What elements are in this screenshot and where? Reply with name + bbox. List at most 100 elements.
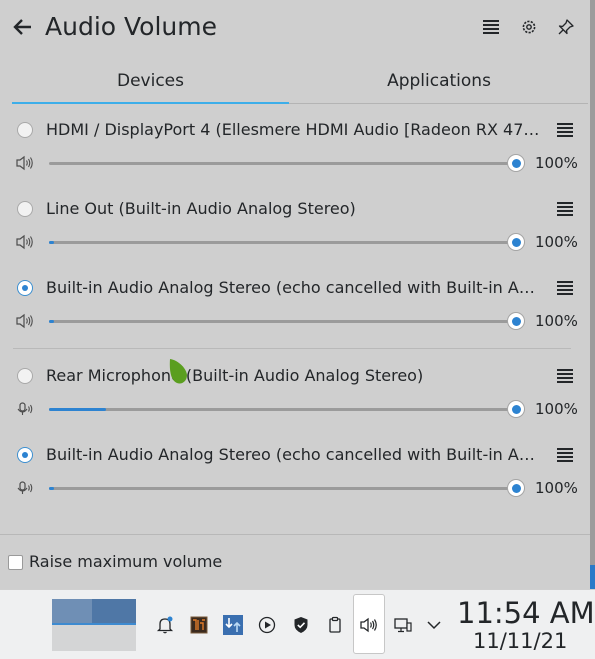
device-name: Rear Microphone (Built-in Audio Analog S… <box>46 366 424 385</box>
device-default-radio[interactable] <box>17 280 33 296</box>
slider-track <box>49 240 525 244</box>
slider-track <box>49 486 525 490</box>
clock-time[interactable]: 11:54 AM <box>457 597 595 629</box>
tab-devices[interactable]: Devices <box>12 62 289 104</box>
volume-slider[interactable] <box>49 312 525 330</box>
microphone-mute-toggle[interactable] <box>15 400 35 418</box>
volume-percent: 100% <box>535 312 578 330</box>
media-play-icon <box>258 616 276 634</box>
section-separator <box>13 348 571 349</box>
slider-handle[interactable] <box>507 312 525 330</box>
taskbar: 11:54 AM 11/11/21 <box>0 589 595 659</box>
peak-level-bar <box>49 240 54 244</box>
raise-max-volume-label: Raise maximum volume <box>29 552 223 571</box>
volume-percent: 100% <box>535 400 578 418</box>
media-player-button[interactable] <box>256 614 278 636</box>
notifications-icon <box>156 616 174 634</box>
microphone-mute-toggle[interactable] <box>15 479 35 497</box>
hamburger-menu-icon <box>557 123 573 137</box>
slider-handle[interactable] <box>507 400 525 418</box>
settings-button[interactable] <box>516 14 542 40</box>
device-default-radio[interactable] <box>17 122 33 138</box>
slider-handle[interactable] <box>507 154 525 172</box>
slider-track <box>49 161 525 165</box>
volume-slider[interactable] <box>49 154 525 172</box>
speaker-icon <box>16 234 33 250</box>
peak-level-bar <box>49 319 54 323</box>
tab-applications[interactable]: Applications <box>299 62 579 102</box>
desktop-edge-accent <box>590 565 595 589</box>
device-menu-button[interactable] <box>553 199 577 219</box>
system-monitor-button[interactable] <box>188 614 210 636</box>
page-title: Audio Volume <box>45 12 217 41</box>
display-config-button[interactable] <box>392 614 414 636</box>
security-shield-icon <box>294 617 308 633</box>
popup-header: Audio Volume <box>0 0 590 56</box>
clock-date[interactable]: 11/11/21 <box>473 629 567 653</box>
slider-handle[interactable] <box>507 479 525 497</box>
device-default-radio[interactable] <box>17 447 33 463</box>
pin-icon <box>558 19 574 35</box>
device-menu-button[interactable] <box>553 445 577 465</box>
microphone-icon <box>17 402 33 415</box>
network-transfer-icon <box>223 615 243 635</box>
raise-max-volume-checkbox[interactable] <box>8 555 23 570</box>
volume-percent: 100% <box>535 154 578 172</box>
volume-percent: 100% <box>535 479 578 497</box>
device-menu-button[interactable] <box>553 120 577 140</box>
device-list: HDMI / DisplayPort 4 (Ellesmere HDMI Aud… <box>0 104 590 534</box>
device-row: Line Out (Built-in Audio Analog Stereo) … <box>0 189 590 268</box>
slider-handle[interactable] <box>507 233 525 251</box>
peak-level-bar <box>49 486 54 490</box>
device-name: Built-in Audio Analog Stereo (echo cance… <box>46 278 541 297</box>
hamburger-menu-icon <box>483 20 499 34</box>
back-button[interactable] <box>10 12 36 42</box>
pager-desktop-2[interactable] <box>92 599 136 623</box>
device-name: HDMI / DisplayPort 4 (Ellesmere HDMI Aud… <box>46 120 541 139</box>
speaker-icon <box>16 313 33 329</box>
tray-expander-button[interactable] <box>423 614 445 636</box>
device-name: Line Out (Built-in Audio Analog Stereo) <box>46 199 356 218</box>
device-menu-button[interactable] <box>553 278 577 298</box>
hamburger-menu-icon <box>557 369 573 383</box>
hamburger-menu-icon <box>557 448 573 462</box>
speaker-icon <box>16 155 33 171</box>
volume-slider[interactable] <box>49 233 525 251</box>
slider-track <box>49 319 525 323</box>
pin-button[interactable] <box>553 14 579 40</box>
clipboard-icon <box>329 616 341 633</box>
notifications-button[interactable] <box>154 614 176 636</box>
display-icon <box>394 618 412 633</box>
tab-bar: Devices Applications <box>12 62 588 104</box>
speaker-mute-toggle[interactable] <box>15 312 35 330</box>
peak-level-bar <box>49 407 107 411</box>
desktop-edge <box>590 0 595 589</box>
network-transfer-button[interactable] <box>222 614 244 636</box>
device-menu-button[interactable] <box>553 366 577 386</box>
device-row: Built-in Audio Analog Stereo (echo cance… <box>0 435 590 514</box>
device-row: Built-in Audio Analog Stereo (echo cance… <box>0 268 590 347</box>
clipboard-button[interactable] <box>324 614 346 636</box>
device-default-radio[interactable] <box>17 201 33 217</box>
audio-volume-popup: Audio Volume Devices Applications HDMI /… <box>0 0 590 589</box>
arrow-left-icon <box>13 19 31 35</box>
system-monitor-icon <box>190 616 208 634</box>
device-default-radio[interactable] <box>17 368 33 384</box>
virtual-desktop-pager[interactable] <box>52 599 136 651</box>
popup-footer: Raise maximum volume <box>0 534 590 589</box>
device-row: HDMI / DisplayPort 4 (Ellesmere HDMI Aud… <box>0 110 590 189</box>
microphone-icon <box>17 481 33 494</box>
pointer-cursor <box>169 359 187 384</box>
audio-volume-tray-button[interactable] <box>358 614 380 636</box>
volume-slider[interactable] <box>49 479 525 497</box>
speaker-icon <box>360 617 377 633</box>
gear-icon <box>522 20 536 34</box>
hamburger-menu-button[interactable] <box>478 14 504 40</box>
hamburger-menu-icon <box>557 281 573 295</box>
speaker-mute-toggle[interactable] <box>15 154 35 172</box>
security-button[interactable] <box>290 614 312 636</box>
pager-desktop-1[interactable] <box>52 599 136 625</box>
slider-track <box>49 407 525 411</box>
speaker-mute-toggle[interactable] <box>15 233 35 251</box>
volume-slider[interactable] <box>49 400 525 418</box>
